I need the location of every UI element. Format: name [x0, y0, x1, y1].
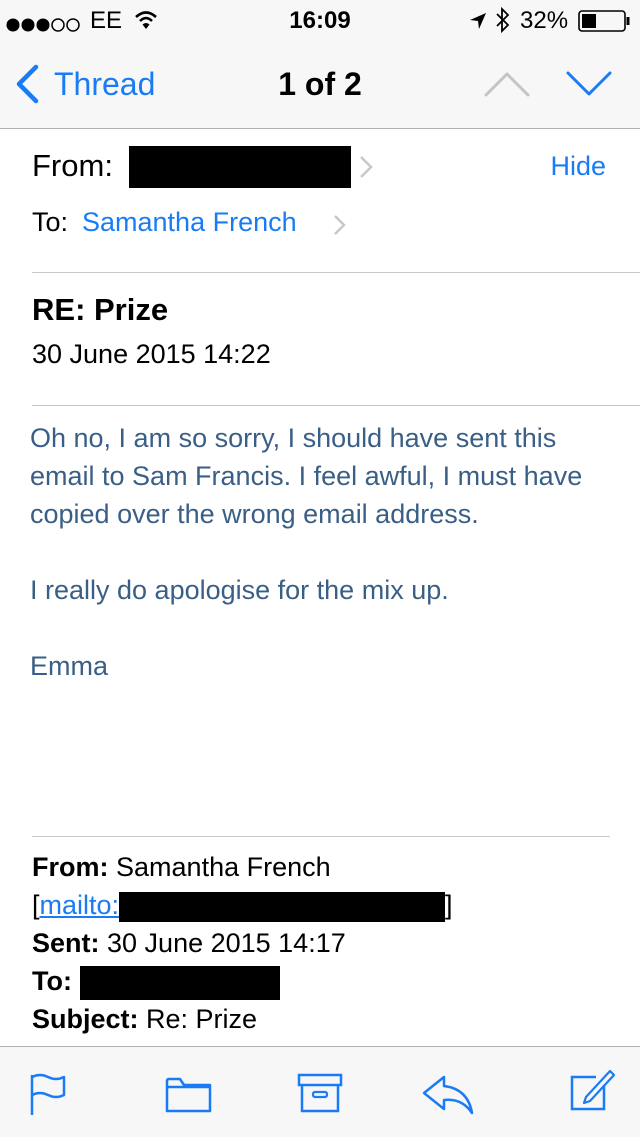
mailto-link[interactable]: mailto: [40, 890, 120, 920]
mailto-open-bracket: [ [32, 890, 40, 920]
signature: Emma [30, 651, 109, 681]
quoted-from-row: From: Samantha French [32, 848, 622, 886]
bluetooth-icon [494, 6, 512, 34]
quoted-header: From: Samantha French [mailto:] Sent: 30… [32, 848, 622, 1038]
quoted-from-value: Samantha French [116, 852, 331, 882]
battery-icon [578, 10, 632, 32]
quoted-to-row: To: [32, 962, 622, 1000]
quoted-to-label: To: [32, 966, 72, 996]
location-arrow-icon [468, 10, 488, 30]
previous-message-button[interactable] [482, 68, 532, 100]
folder-icon [165, 1077, 212, 1113]
redacted-email [119, 891, 446, 922]
mailto-close-bracket: ] [445, 890, 453, 920]
bottom-toolbar [0, 1046, 640, 1137]
status-bar: EE 16:09 32% [0, 0, 640, 40]
divider [32, 405, 640, 406]
body-paragraph: Oh no, I am so sorry, I should have sent… [30, 423, 583, 529]
quoted-mailto-row: [mailto:] [32, 886, 622, 924]
quoted-sent-value: 30 June 2015 14:17 [107, 928, 346, 958]
recipient-name[interactable]: Samantha French [82, 207, 297, 238]
recipient-row: To: Samantha French [32, 205, 592, 245]
battery-percent: 32% [520, 7, 569, 34]
redacted-sender [129, 146, 351, 188]
hide-details-button[interactable]: Hide [550, 151, 606, 182]
divider [32, 836, 610, 837]
body-paragraph: I really do apologise for the mix up. [30, 575, 449, 605]
message-body: Oh no, I am so sorry, I should have sent… [30, 419, 590, 685]
quoted-subject-label: Subject: [32, 1004, 139, 1034]
reply-arrow-icon [422, 1075, 474, 1115]
chevron-down-icon [566, 71, 612, 96]
quoted-sent-label: Sent: [32, 928, 100, 958]
reply-button[interactable] [420, 1073, 476, 1117]
compose-icon [570, 1069, 616, 1111]
move-to-folder-button[interactable] [164, 1073, 214, 1115]
message-position: 1 of 2 [278, 66, 362, 102]
archive-button[interactable] [296, 1071, 344, 1115]
flag-button[interactable] [28, 1071, 68, 1117]
message-subject: RE: Prize [32, 292, 169, 327]
quoted-from-label: From: [32, 852, 109, 882]
chevron-up-icon [484, 72, 530, 97]
archive-box-icon [297, 1073, 343, 1113]
message-date: 30 June 2015 14:22 [32, 339, 271, 369]
sender-row: From: Hide [32, 146, 612, 190]
quoted-sent-row: Sent: 30 June 2015 14:17 [32, 924, 622, 962]
navigation-bar: Thread 1 of 2 [0, 40, 640, 129]
quoted-subject-value: Re: Prize [146, 1004, 258, 1034]
to-label: To: [32, 207, 69, 237]
redacted-recipient [79, 965, 280, 1000]
chevron-right-icon [334, 215, 346, 235]
next-message-button[interactable] [564, 68, 614, 100]
from-label: From: [32, 148, 113, 183]
divider [32, 272, 640, 273]
flag-icon [30, 1073, 66, 1115]
quoted-subject-row: Subject: Re: Prize [32, 1000, 622, 1038]
chevron-right-icon [360, 156, 373, 178]
compose-button[interactable] [566, 1067, 616, 1113]
